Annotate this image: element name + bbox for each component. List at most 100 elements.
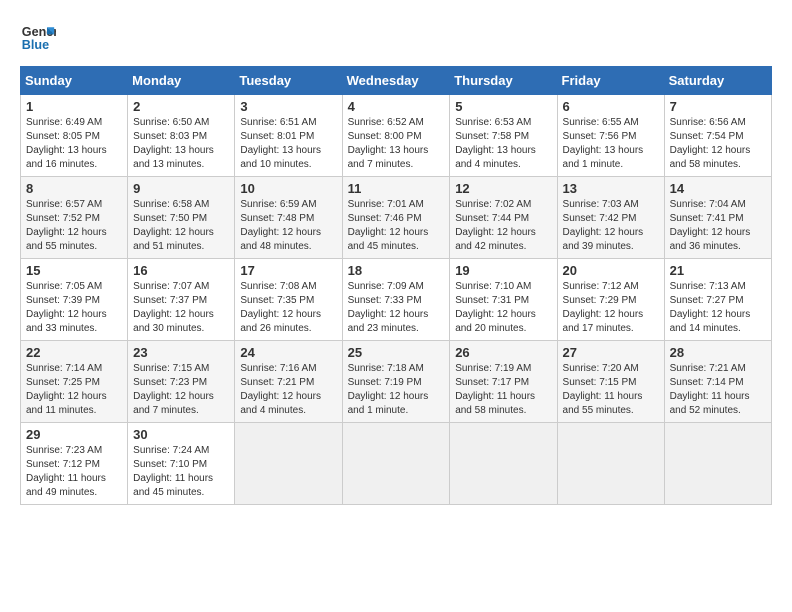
calendar-cell: 24 Sunrise: 7:16 AM Sunset: 7:21 PM Dayli… (235, 341, 342, 423)
day-number: 15 (26, 263, 122, 278)
calendar-table: SundayMondayTuesdayWednesdayThursdayFrid… (20, 66, 772, 505)
day-info: Sunrise: 7:21 AM Sunset: 7:14 PM Dayligh… (670, 362, 766, 418)
calendar-cell: 9 Sunrise: 6:58 AM Sunset: 7:50 PM Daylig… (128, 177, 235, 259)
header-friday: Friday (557, 67, 664, 95)
day-info: Sunrise: 7:02 AM Sunset: 7:44 PM Dayligh… (455, 198, 551, 254)
day-info: Sunrise: 7:07 AM Sunset: 7:37 PM Dayligh… (133, 280, 229, 336)
day-info: Sunrise: 7:05 AM Sunset: 7:39 PM Dayligh… (26, 280, 122, 336)
calendar-cell (557, 423, 664, 505)
day-number: 24 (240, 345, 336, 360)
calendar-cell: 30 Sunrise: 7:24 AM Sunset: 7:10 PM Dayli… (128, 423, 235, 505)
day-info: Sunrise: 6:58 AM Sunset: 7:50 PM Dayligh… (133, 198, 229, 254)
calendar-cell: 14 Sunrise: 7:04 AM Sunset: 7:41 PM Dayli… (664, 177, 771, 259)
calendar-cell: 13 Sunrise: 7:03 AM Sunset: 7:42 PM Dayli… (557, 177, 664, 259)
day-number: 18 (348, 263, 445, 278)
calendar-cell: 17 Sunrise: 7:08 AM Sunset: 7:35 PM Dayli… (235, 259, 342, 341)
logo-icon: General Blue (20, 20, 56, 56)
day-info: Sunrise: 7:19 AM Sunset: 7:17 PM Dayligh… (455, 362, 551, 418)
day-number: 7 (670, 99, 766, 114)
day-number: 16 (133, 263, 229, 278)
day-info: Sunrise: 7:08 AM Sunset: 7:35 PM Dayligh… (240, 280, 336, 336)
day-info: Sunrise: 6:53 AM Sunset: 7:58 PM Dayligh… (455, 116, 551, 172)
day-info: Sunrise: 6:57 AM Sunset: 7:52 PM Dayligh… (26, 198, 122, 254)
day-info: Sunrise: 6:49 AM Sunset: 8:05 PM Dayligh… (26, 116, 122, 172)
day-info: Sunrise: 7:03 AM Sunset: 7:42 PM Dayligh… (563, 198, 659, 254)
day-number: 27 (563, 345, 659, 360)
calendar-cell: 8 Sunrise: 6:57 AM Sunset: 7:52 PM Daylig… (21, 177, 128, 259)
day-info: Sunrise: 6:59 AM Sunset: 7:48 PM Dayligh… (240, 198, 336, 254)
calendar-cell: 21Sunrise: 7:13 AM Sunset: 7:27 PM Dayli… (664, 259, 771, 341)
calendar-cell: 5 Sunrise: 6:53 AM Sunset: 7:58 PM Daylig… (450, 95, 557, 177)
calendar-cell: 22 Sunrise: 7:14 AM Sunset: 7:25 PM Dayli… (21, 341, 128, 423)
day-info: Sunrise: 7:12 AM Sunset: 7:29 PM Dayligh… (563, 280, 659, 336)
calendar-cell (664, 423, 771, 505)
calendar-cell: 7 Sunrise: 6:56 AM Sunset: 7:54 PM Daylig… (664, 95, 771, 177)
calendar-cell (342, 423, 450, 505)
day-number: 8 (26, 181, 122, 196)
calendar-cell: 23 Sunrise: 7:15 AM Sunset: 7:23 PM Dayli… (128, 341, 235, 423)
day-number: 20 (563, 263, 659, 278)
calendar-cell: 29 Sunrise: 7:23 AM Sunset: 7:12 PM Dayli… (21, 423, 128, 505)
calendar-cell: 11 Sunrise: 7:01 AM Sunset: 7:46 PM Dayli… (342, 177, 450, 259)
header-saturday: Saturday (664, 67, 771, 95)
day-info: Sunrise: 7:16 AM Sunset: 7:21 PM Dayligh… (240, 362, 336, 418)
calendar-cell: 18 Sunrise: 7:09 AM Sunset: 7:33 PM Dayli… (342, 259, 450, 341)
day-number: 30 (133, 427, 229, 442)
calendar-cell: 26 Sunrise: 7:19 AM Sunset: 7:17 PM Dayli… (450, 341, 557, 423)
day-info: Sunrise: 7:04 AM Sunset: 7:41 PM Dayligh… (670, 198, 766, 254)
day-number: 28 (670, 345, 766, 360)
day-number: 23 (133, 345, 229, 360)
header-wednesday: Wednesday (342, 67, 450, 95)
day-info: Sunrise: 7:10 AM Sunset: 7:31 PM Dayligh… (455, 280, 551, 336)
day-number: 5 (455, 99, 551, 114)
day-number: 2 (133, 99, 229, 114)
day-number: 19 (455, 263, 551, 278)
calendar-cell (450, 423, 557, 505)
calendar-cell: 3 Sunrise: 6:51 AM Sunset: 8:01 PM Daylig… (235, 95, 342, 177)
day-number: 6 (563, 99, 659, 114)
day-info: Sunrise: 6:50 AM Sunset: 8:03 PM Dayligh… (133, 116, 229, 172)
page-header: General Blue (20, 20, 772, 56)
day-number: 12 (455, 181, 551, 196)
day-info: Sunrise: 6:51 AM Sunset: 8:01 PM Dayligh… (240, 116, 336, 172)
day-number: 14 (670, 181, 766, 196)
calendar-cell (235, 423, 342, 505)
day-number: 13 (563, 181, 659, 196)
calendar-cell: 25Sunrise: 7:18 AM Sunset: 7:19 PM Dayli… (342, 341, 450, 423)
day-number: 10 (240, 181, 336, 196)
day-info: Sunrise: 7:15 AM Sunset: 7:23 PM Dayligh… (133, 362, 229, 418)
calendar-cell: 15 Sunrise: 7:05 AM Sunset: 7:39 PM Dayli… (21, 259, 128, 341)
day-info: Sunrise: 7:20 AM Sunset: 7:15 PM Dayligh… (563, 362, 659, 418)
calendar-cell: 1Sunrise: 6:49 AM Sunset: 8:05 PM Daylig… (21, 95, 128, 177)
day-info: Sunrise: 7:23 AM Sunset: 7:12 PM Dayligh… (26, 444, 122, 500)
day-info: Sunrise: 7:14 AM Sunset: 7:25 PM Dayligh… (26, 362, 122, 418)
calendar-cell: 4 Sunrise: 6:52 AM Sunset: 8:00 PM Daylig… (342, 95, 450, 177)
day-number: 29 (26, 427, 122, 442)
day-info: Sunrise: 7:01 AM Sunset: 7:46 PM Dayligh… (348, 198, 445, 254)
calendar-cell: 16 Sunrise: 7:07 AM Sunset: 7:37 PM Dayli… (128, 259, 235, 341)
day-info: Sunrise: 7:09 AM Sunset: 7:33 PM Dayligh… (348, 280, 445, 336)
day-info: Sunrise: 7:13 AM Sunset: 7:27 PM Dayligh… (670, 280, 766, 336)
calendar-cell: 6 Sunrise: 6:55 AM Sunset: 7:56 PM Daylig… (557, 95, 664, 177)
day-number: 22 (26, 345, 122, 360)
day-number: 11 (348, 181, 445, 196)
day-number: 9 (133, 181, 229, 196)
calendar-cell: 12 Sunrise: 7:02 AM Sunset: 7:44 PM Dayli… (450, 177, 557, 259)
svg-text:Blue: Blue (22, 38, 49, 52)
day-number: 4 (348, 99, 445, 114)
day-number: 26 (455, 345, 551, 360)
day-number: 3 (240, 99, 336, 114)
logo: General Blue (20, 20, 60, 56)
calendar-cell: 19 Sunrise: 7:10 AM Sunset: 7:31 PM Dayli… (450, 259, 557, 341)
day-number: 17 (240, 263, 336, 278)
header-monday: Monday (128, 67, 235, 95)
day-info: Sunrise: 6:56 AM Sunset: 7:54 PM Dayligh… (670, 116, 766, 172)
header-sunday: Sunday (21, 67, 128, 95)
calendar-cell: 2 Sunrise: 6:50 AM Sunset: 8:03 PM Daylig… (128, 95, 235, 177)
day-info: Sunrise: 7:24 AM Sunset: 7:10 PM Dayligh… (133, 444, 229, 500)
day-info: Sunrise: 6:55 AM Sunset: 7:56 PM Dayligh… (563, 116, 659, 172)
calendar-cell: 28 Sunrise: 7:21 AM Sunset: 7:14 PM Dayli… (664, 341, 771, 423)
day-info: Sunrise: 6:52 AM Sunset: 8:00 PM Dayligh… (348, 116, 445, 172)
header-tuesday: Tuesday (235, 67, 342, 95)
day-info: Sunrise: 7:18 AM Sunset: 7:19 PM Dayligh… (348, 362, 445, 418)
